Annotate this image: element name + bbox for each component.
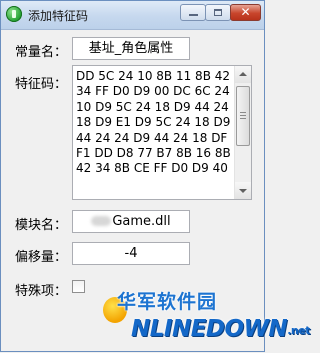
module-name-label: 模块名： (15, 218, 68, 233)
module-name-field[interactable]: Game.dll (72, 210, 190, 233)
special-item-checkbox[interactable] (72, 280, 85, 293)
arrow-up-icon (239, 72, 247, 76)
minimize-button[interactable] (180, 4, 206, 21)
watermark-brand: NLINEDOWN (131, 316, 288, 342)
constant-name-field[interactable]: 基址_角色属性 (72, 37, 190, 60)
minimize-icon (189, 14, 198, 16)
special-item-label: 特殊项： (15, 284, 68, 299)
redacted-blur (91, 216, 112, 226)
maximize-icon (214, 9, 222, 16)
watermark-suffix: .net (287, 324, 310, 337)
add-signature-dialog: 添加特征码 ✕ 常量名： 基址_角色属性 特征码： DD 5C 24 10 8B… (0, 0, 310, 353)
arrow-down-icon (239, 189, 247, 193)
watermark-logo: 华军软件园 NLINEDOWN.net (85, 287, 310, 353)
close-icon: ✕ (240, 5, 251, 19)
constant-name-label: 常量名： (15, 45, 68, 60)
watermark-chinese-text: 华军软件园 (117, 291, 218, 313)
signature-scrollbar[interactable] (234, 66, 251, 199)
module-name-value: Game.dll (112, 214, 171, 229)
title-bar[interactable]: 添加特征码 ✕ (1, 1, 264, 30)
scroll-up-button[interactable] (235, 66, 251, 83)
signature-text: DD 5C 24 10 8B 11 8B 42 34 FF D0 D9 00 D… (76, 69, 231, 176)
offset-field[interactable]: -4 (72, 242, 190, 265)
watermark-english-text: NLINEDOWN.net (85, 316, 310, 342)
close-button[interactable]: ✕ (230, 4, 261, 21)
maximize-button[interactable] (205, 4, 231, 21)
signature-label: 特征码： (15, 77, 68, 92)
window-title: 添加特征码 (28, 9, 89, 23)
signature-textarea[interactable]: DD 5C 24 10 8B 11 8B 42 34 FF D0 D9 00 D… (72, 65, 252, 200)
offset-label: 偏移量： (15, 250, 68, 265)
app-icon (6, 6, 22, 22)
scroll-down-button[interactable] (235, 182, 251, 199)
scroll-thumb[interactable] (236, 86, 250, 146)
